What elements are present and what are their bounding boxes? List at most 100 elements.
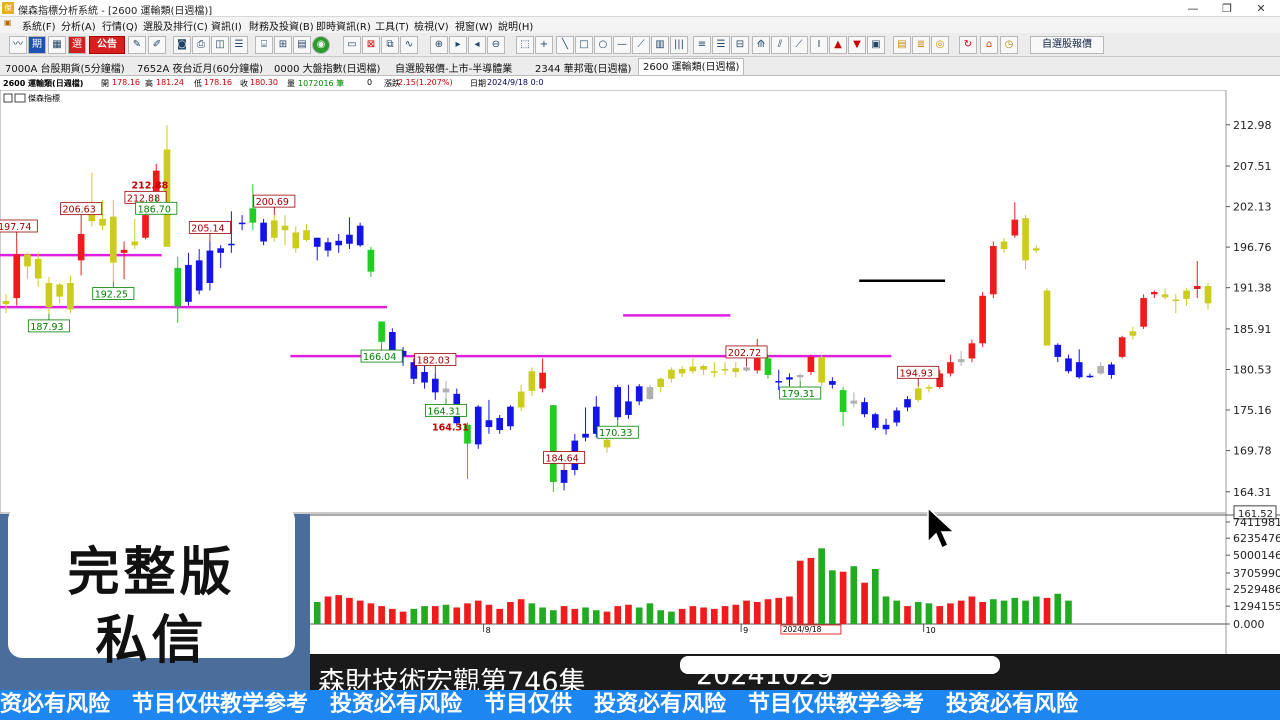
tb-ray-icon[interactable]: ⟋ (632, 36, 650, 54)
tb-level-icon[interactable]: ☰ (712, 36, 730, 54)
tb-calc-icon[interactable]: ▤ (293, 36, 311, 54)
candle-body (13, 254, 21, 299)
tab-symbol-active[interactable]: 2600 運輸類(日週檔) (638, 58, 745, 75)
menu-help[interactable]: 說明(H) (498, 18, 533, 33)
tb-cursor-icon[interactable]: I (810, 36, 828, 54)
tb-bars-icon[interactable]: ||| (670, 36, 688, 54)
menu-system[interactable]: 系統(F) (22, 18, 56, 33)
candle-body (2, 301, 10, 305)
tb-period-button[interactable]: 期 (28, 36, 46, 54)
price-tick-label: 196.76 (1233, 241, 1272, 254)
tb-box-icon[interactable]: ▣ (867, 36, 885, 54)
candle-body (1054, 344, 1062, 357)
volume-tick-label: 7411981 (1233, 516, 1280, 529)
candle-body (238, 222, 246, 225)
tb-zoom-in-icon[interactable]: ⊕ (430, 36, 448, 54)
tb-close-window-icon[interactable]: ⊠ (362, 36, 380, 54)
tab-symbol[interactable]: 7652A 夜台近月(60分鐘檔) (137, 60, 263, 75)
tb-chart-icon[interactable]: 〰 (9, 36, 27, 54)
menu-analysis[interactable]: 分析(A) (61, 18, 96, 33)
candle-body (303, 230, 310, 241)
maximize-button[interactable]: ❐ (1210, 0, 1244, 17)
scrolling-ticker: 资必有风险 节目仅供教学参考 投资必有风险 节目仅供 投资必有风险 节目仅供教学… (0, 690, 1280, 720)
trough-label: 192.25 (95, 289, 128, 300)
tb-line-icon[interactable]: ╲ (556, 36, 574, 54)
menu-quotes[interactable]: 行情(Q) (102, 18, 138, 33)
candle-body (850, 400, 858, 404)
tb-down-arrow-icon[interactable]: ▼ (848, 36, 866, 54)
candle-body (496, 417, 504, 431)
tb-camera-icon[interactable]: ◙ (173, 36, 191, 54)
tb-rect-icon[interactable]: □ (575, 36, 593, 54)
tb-select-area-icon[interactable]: ⬚ (516, 36, 534, 54)
tb-watchlist-button[interactable]: 自選股報價 (1030, 36, 1104, 54)
tb-stack-icon[interactable]: ≣ (912, 36, 930, 54)
candle-body (528, 371, 536, 391)
candle-body (442, 388, 450, 393)
candle-body (979, 295, 986, 344)
tb-window-icon[interactable]: ▭ (343, 36, 361, 54)
tb-announce-button[interactable]: 公告 (89, 36, 125, 54)
menu-view[interactable]: 檢視(V) (414, 18, 449, 33)
tb-layout-icon[interactable]: ◫ (211, 36, 229, 54)
tb-forward-icon[interactable]: ▸ (449, 36, 467, 54)
tab-symbol[interactable]: 2344 華邦電(日週檔) (535, 60, 631, 75)
close-button[interactable]: ✕ (1244, 0, 1278, 17)
trough-label: 179.31 (782, 389, 815, 400)
info-vol-label: 量 (287, 79, 295, 88)
tb-hbars-icon[interactable]: ≡ (693, 36, 711, 54)
volume-bar (474, 600, 482, 624)
candle-body (829, 381, 836, 385)
tb-tile-icon[interactable]: ⧉ (381, 36, 399, 54)
tb-hline-icon[interactable]: — (613, 36, 631, 54)
tb-fan-icon[interactable]: ⟰ (752, 36, 770, 54)
tb-select-button[interactable]: 選 (68, 36, 86, 54)
peak-label: 202.72 (728, 348, 761, 359)
candle-body (925, 387, 933, 389)
tb-crosshair-icon[interactable]: + (535, 36, 553, 54)
candle-body (657, 378, 664, 388)
candle-body (1032, 248, 1040, 251)
candle-body (539, 372, 546, 389)
menu-info[interactable]: 資訊(I) (211, 18, 242, 33)
tb-up-arrow-icon[interactable]: ▲ (829, 36, 847, 54)
menu-finance[interactable]: 財務及投資(B) (249, 18, 314, 33)
tab-symbol[interactable]: 0000 大盤指數(日週檔) (274, 60, 380, 75)
tb-edit-icon[interactable]: ✎ (128, 36, 146, 54)
tb-refresh-icon[interactable]: ↻ (959, 36, 977, 54)
tb-back-icon[interactable]: ◂ (468, 36, 486, 54)
menu-realtime[interactable]: 即時資訊(R) (316, 18, 371, 33)
tb-note-icon[interactable]: ▤ (893, 36, 911, 54)
symbol-tabs: 7000A 台股期貨(5分鐘檔) 7652A 夜台近月(60分鐘檔) 0000 … (0, 57, 1280, 76)
tb-fib-icon[interactable]: ▥ (651, 36, 669, 54)
tb-wave-icon[interactable]: ∿ (400, 36, 418, 54)
volume-bar (464, 603, 471, 624)
tb-pen-icon[interactable]: ✐ (148, 36, 166, 54)
menu-tools[interactable]: 工具(T) (375, 18, 409, 33)
tb-home-icon[interactable]: ⌂ (980, 36, 998, 54)
candle-body (710, 371, 718, 373)
price-tick-label: 164.31 (1233, 486, 1272, 499)
menu-stock-selection[interactable]: 選股及排行(C) (143, 18, 208, 33)
tb-clock-icon[interactable]: ◷ (1000, 36, 1018, 54)
tb-basket-icon[interactable]: ⌸ (255, 36, 273, 54)
tb-gann-icon[interactable]: ⊟ (731, 36, 749, 54)
tb-list-icon[interactable]: ☰ (230, 36, 248, 54)
tb-table-icon[interactable]: ⊞ (274, 36, 292, 54)
candle-body (668, 369, 675, 379)
tab-symbol[interactable]: 7000A 台股期貨(5分鐘檔) (5, 60, 125, 75)
tab-symbol[interactable]: 自選股報價-上市-半導體業 (395, 60, 512, 75)
tb-circle-icon[interactable]: ○ (594, 36, 612, 54)
tb-channel-icon[interactable]: ⫽ (771, 36, 789, 54)
menu-app-icon[interactable]: ▣ (4, 18, 12, 27)
candle-body (796, 374, 804, 378)
tb-grid-icon[interactable]: ▦ (48, 36, 66, 54)
tb-trend-icon[interactable]: ⟋ (790, 36, 808, 54)
tb-globe-icon[interactable]: ◉ (312, 36, 330, 54)
tb-zoom-out-icon[interactable]: ⊖ (487, 36, 505, 54)
minimize-button[interactable]: — (1176, 0, 1210, 17)
menu-window[interactable]: 視窗(W) (455, 18, 493, 33)
tb-print-icon[interactable]: ⎙ (192, 36, 210, 54)
tb-coin-icon[interactable]: ◎ (931, 36, 949, 54)
candle-body (871, 414, 879, 428)
